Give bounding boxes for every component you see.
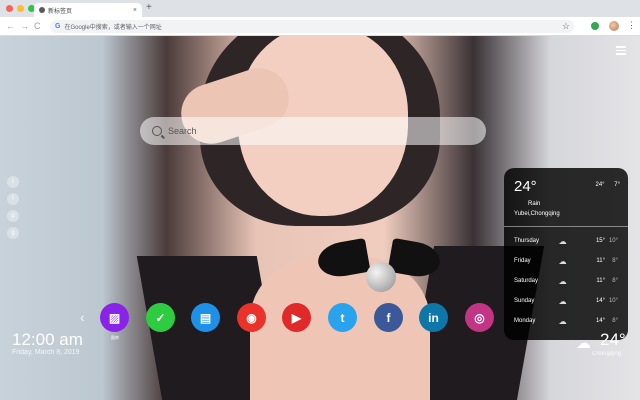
checkmark-icon: ✓	[155, 310, 166, 325]
share-facebook-icon[interactable]: f	[7, 193, 19, 205]
share-sidebar: t f p g	[7, 176, 19, 239]
minimize-window-button[interactable]	[17, 5, 24, 12]
forecast-high: 11°	[596, 258, 606, 264]
weather-mini-temp: 24°	[600, 330, 626, 349]
forecast-low: 8°	[612, 258, 619, 264]
app-notes-button[interactable]: ▤	[191, 303, 220, 332]
app-facebook-button[interactable]: f	[374, 303, 403, 332]
notes-icon: ▤	[199, 310, 212, 325]
instagram-icon: ◎	[474, 310, 485, 325]
app-shortcuts: ‹ ▨ 图库 ✓ ▤ ◉ ▶ t f in ◎	[0, 301, 640, 341]
app-linkedin-button[interactable]: in	[419, 303, 448, 332]
forecast-row: Saturday ☁ 11° 8°	[514, 271, 618, 291]
wallpaper-icon: ▨	[108, 310, 121, 325]
share-google-icon[interactable]: g	[7, 227, 19, 239]
weather-high: 24°	[595, 182, 605, 188]
address-bar-placeholder: 在Google中搜索，或者输入一个网址	[64, 25, 162, 31]
browser-toolbar: ← → C G 在Google中搜索，或者输入一个网址 ☆	[0, 17, 640, 36]
forecast-day: Friday	[514, 258, 531, 264]
app-youtube-button[interactable]: ▶	[282, 303, 311, 332]
youtube-icon: ▶	[291, 310, 302, 325]
app-twitter-button[interactable]: t	[328, 303, 357, 332]
reload-icon[interactable]: C	[34, 20, 41, 33]
clock-date: Friday, March 8, 2019	[12, 349, 80, 356]
facebook-icon: f	[386, 310, 391, 325]
share-pinterest-icon[interactable]: p	[7, 210, 19, 222]
app-wallpaper-button[interactable]: ▨	[100, 303, 129, 332]
forecast-day: Thursday	[514, 238, 540, 244]
search-input[interactable]	[168, 126, 468, 136]
cloud-icon: ☁	[558, 256, 567, 266]
search-bar[interactable]	[140, 117, 486, 145]
forward-arrow-icon[interactable]: →	[20, 20, 29, 33]
back-arrow-icon[interactable]: ←	[6, 20, 15, 33]
cloud-icon: ☁	[558, 276, 567, 286]
menu-hamburger-icon[interactable]	[616, 46, 626, 57]
app-wallpaper-label: 图库	[111, 335, 119, 340]
prev-arrow-icon[interactable]: ‹	[80, 309, 85, 325]
browser-menu-icon[interactable]: ⋮	[627, 20, 636, 31]
profile-avatar[interactable]	[609, 21, 619, 31]
window-controls	[6, 5, 35, 12]
clock-time: 12:00 am	[12, 330, 83, 349]
clock-widget: 12:00 am Friday, March 8, 2019	[12, 330, 83, 356]
cloud-icon: ☁	[558, 236, 567, 246]
address-bar[interactable]: G 在Google中搜索，或者输入一个网址 ☆	[50, 20, 574, 33]
weather-high-low: 24° 7°	[588, 182, 621, 188]
forecast-low: 8°	[612, 278, 619, 284]
forecast-high: 11°	[596, 278, 606, 284]
google-g-icon: G	[55, 23, 61, 30]
tab-strip: 新标签页 × +	[0, 0, 640, 17]
tab-favicon-icon	[39, 7, 45, 13]
close-window-button[interactable]	[6, 5, 13, 12]
new-tab-button[interactable]: +	[146, 3, 152, 13]
search-icon	[152, 126, 162, 136]
divider	[504, 226, 628, 227]
linkedin-icon: in	[428, 310, 439, 325]
tab-close-icon[interactable]: ×	[133, 7, 137, 14]
forecast-row: Friday ☁ 11° 8°	[514, 251, 618, 271]
weather-low: 7°	[614, 182, 620, 188]
forecast-day: Saturday	[514, 278, 539, 284]
weather-mini-city: Chongqing	[592, 351, 622, 357]
forecast-high: 15°	[595, 238, 606, 244]
extension-icon[interactable]	[591, 22, 599, 30]
share-twitter-icon[interactable]: t	[7, 176, 19, 188]
tab-new-tab[interactable]: 新标签页 ×	[34, 3, 142, 17]
cloud-icon: ☁	[576, 335, 591, 352]
game-icon: ◉	[246, 310, 257, 325]
app-instagram-button[interactable]: ◎	[465, 303, 494, 332]
forecast-row: Thursday ☁ 15° 10°	[514, 231, 618, 251]
forecast-low: 10°	[608, 238, 619, 244]
tab-title: 新标签页	[48, 8, 73, 15]
app-todo-button[interactable]: ✓	[146, 303, 175, 332]
bookmark-star-icon[interactable]: ☆	[562, 21, 570, 32]
app-game-button[interactable]: ◉	[237, 303, 266, 332]
weather-condition: Rain	[528, 201, 541, 207]
weather-location: Yubei,Chongqing	[514, 211, 560, 217]
twitter-icon: t	[340, 310, 345, 325]
